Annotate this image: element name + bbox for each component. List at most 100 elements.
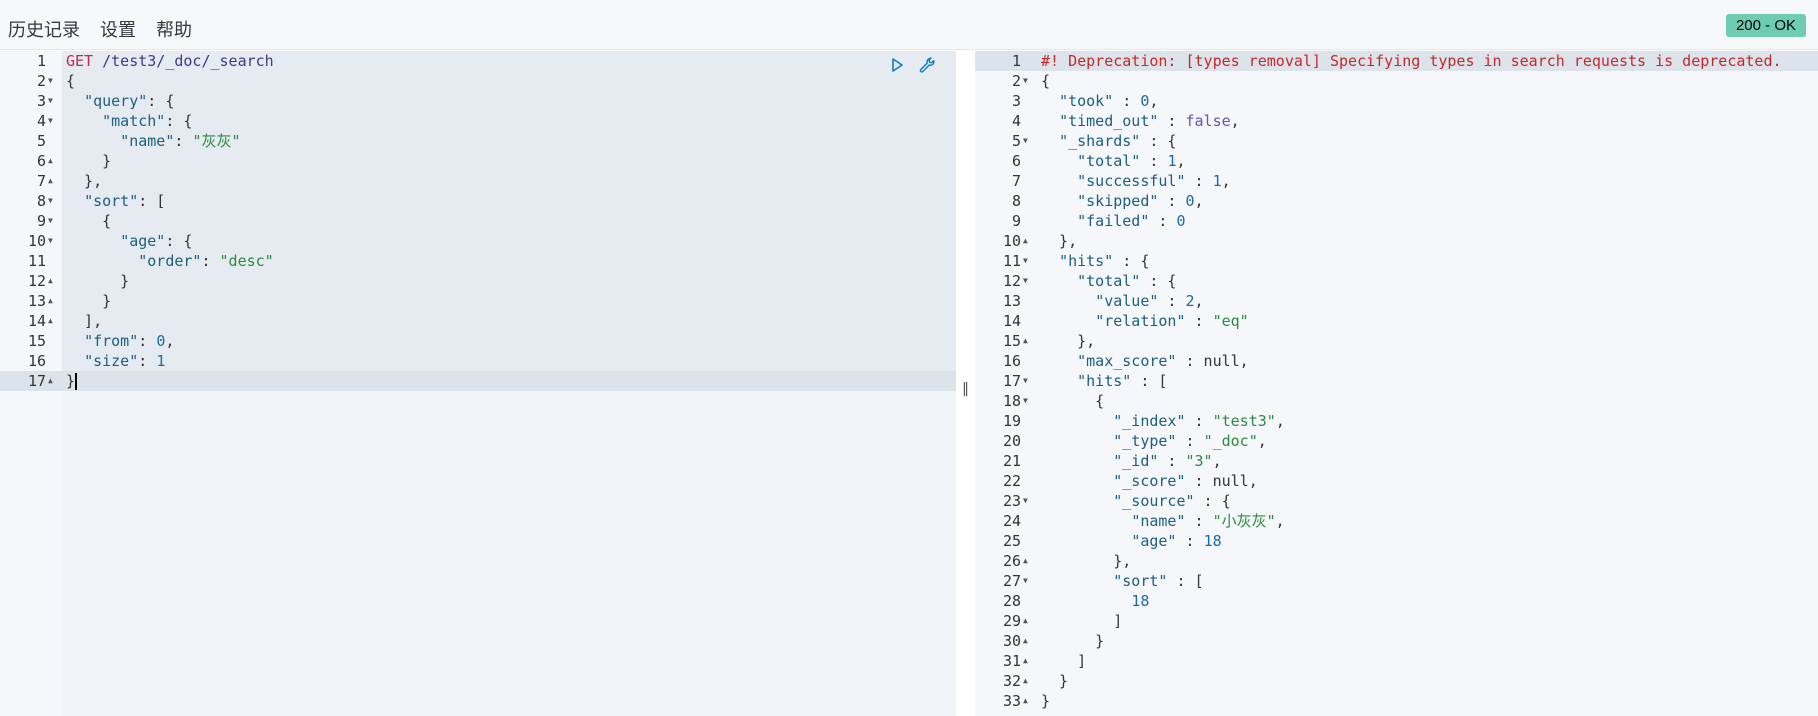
fold-down-icon[interactable]: ▼: [48, 211, 58, 231]
code-line[interactable]: 11 ▼ "hits" : {: [975, 251, 1818, 271]
code-line[interactable]: 2 ▼ {: [975, 71, 1818, 91]
fold-up-icon[interactable]: ▲: [1023, 551, 1033, 571]
fold-down-icon[interactable]: ▼: [1023, 271, 1033, 291]
code-line[interactable]: 6 "total" : 1,: [975, 151, 1818, 171]
fold-down-icon[interactable]: ▼: [1023, 131, 1033, 151]
code-line[interactable]: 28 18: [975, 591, 1818, 611]
code-line[interactable]: 33 ▲}: [975, 691, 1818, 711]
code-text: "sort" : [: [1041, 571, 1203, 591]
line-number: 8: [1011, 192, 1021, 210]
code-line[interactable]: 25 "age" : 18: [975, 531, 1818, 551]
code-token: "_shards": [1059, 132, 1141, 150]
code-line[interactable]: 18 ▼ {: [975, 391, 1818, 411]
code-line[interactable]: 15 "from": 0,: [0, 331, 956, 351]
code-line[interactable]: 9 "failed" : 0: [975, 211, 1818, 231]
code-text: "name" : "小灰灰",: [1041, 511, 1284, 531]
fold-down-icon[interactable]: ▼: [48, 111, 58, 131]
code-text: }: [1041, 671, 1068, 691]
code-line[interactable]: 8 "skipped" : 0,: [975, 191, 1818, 211]
fold-up-icon[interactable]: ▲: [1023, 631, 1033, 651]
code-line[interactable]: 21 "_id" : "3",: [975, 451, 1818, 471]
code-line[interactable]: 7 "successful" : 1,: [975, 171, 1818, 191]
code-line[interactable]: 9 ▼ {: [0, 211, 956, 231]
code-line[interactable]: 17 ▼ "hits" : [: [975, 371, 1818, 391]
wrench-icon[interactable]: [916, 54, 938, 76]
code-line[interactable]: 20 "_type" : "_doc",: [975, 431, 1818, 451]
line-number: 22: [1002, 472, 1021, 490]
fold-down-icon[interactable]: ▼: [48, 191, 58, 211]
code-line[interactable]: 13 "value" : 2,: [975, 291, 1818, 311]
code-text: "from": 0,: [66, 331, 174, 351]
code-line[interactable]: 14 "relation" : "eq": [975, 311, 1818, 331]
help-menu-item[interactable]: 帮助: [156, 16, 192, 42]
fold-up-icon[interactable]: ▲: [48, 291, 58, 311]
code-text: "total" : 1,: [1041, 151, 1185, 171]
code-line[interactable]: 2 ▼ {: [0, 71, 956, 91]
code-line[interactable]: 4 "timed_out" : false,: [975, 111, 1818, 131]
fold-down-icon[interactable]: ▼: [1023, 571, 1033, 591]
fold-up-icon[interactable]: ▲: [48, 271, 58, 291]
code-line[interactable]: 4 ▼ "match": {: [0, 111, 956, 131]
fold-up-icon[interactable]: ▲: [1023, 691, 1033, 711]
code-line[interactable]: 22 "_score" : null,: [975, 471, 1818, 491]
code-line[interactable]: 11 "order": "desc": [0, 251, 956, 271]
fold-down-icon[interactable]: ▼: [1023, 371, 1033, 391]
code-line[interactable]: 17 ▲}: [0, 371, 956, 391]
fold-down-icon[interactable]: ▼: [1023, 251, 1033, 271]
code-token: }: [66, 152, 112, 170]
code-line[interactable]: 10 ▼ "age": {: [0, 231, 956, 251]
code-line[interactable]: 12 ▼ "total" : {: [975, 271, 1818, 291]
history-menu-item[interactable]: 历史记录: [8, 16, 80, 42]
code-line[interactable]: 32 ▲ }: [975, 671, 1818, 691]
code-line[interactable]: 1 GET /test3/_doc/_search: [0, 51, 956, 71]
fold-down-icon[interactable]: ▼: [48, 71, 58, 91]
code-line[interactable]: 3 "took" : 0,: [975, 91, 1818, 111]
request-editor[interactable]: 1 GET /test3/_doc/_search 2 ▼{3 ▼ "query": {…: [0, 51, 956, 716]
code-line[interactable]: 3 ▼ "query": {: [0, 91, 956, 111]
fold-up-icon[interactable]: ▲: [48, 171, 58, 191]
code-line[interactable]: 8 ▼ "sort": [: [0, 191, 956, 211]
code-line[interactable]: 24 "name" : "小灰灰",: [975, 511, 1818, 531]
fold-up-icon[interactable]: ▲: [1023, 651, 1033, 671]
code-line[interactable]: 1 #! Deprecation: [types removal] Specify…: [975, 51, 1818, 71]
fold-up-icon[interactable]: ▲: [48, 151, 58, 171]
code-line[interactable]: 5 ▼ "_shards" : {: [975, 131, 1818, 151]
line-number: 30: [1002, 632, 1021, 650]
code-token: "小灰灰": [1212, 512, 1276, 530]
line-number: 15: [27, 332, 46, 350]
fold-up-icon[interactable]: ▲: [1023, 671, 1033, 691]
code-line[interactable]: 7 ▲ },: [0, 171, 956, 191]
fold-up-icon[interactable]: ▲: [48, 311, 58, 331]
code-line[interactable]: 26 ▲ },: [975, 551, 1818, 571]
code-line[interactable]: 14 ▲ ],: [0, 311, 956, 331]
pane-splitter[interactable]: ‖: [956, 51, 975, 716]
code-line[interactable]: 6 ▲ }: [0, 151, 956, 171]
fold-up-icon[interactable]: ▲: [1023, 611, 1033, 631]
fold-down-icon[interactable]: ▼: [1023, 71, 1033, 91]
fold-up-icon[interactable]: ▲: [1023, 331, 1033, 351]
fold-down-icon[interactable]: ▼: [48, 91, 58, 111]
code-text: "_source" : {: [1041, 491, 1230, 511]
code-line[interactable]: 30 ▲ }: [975, 631, 1818, 651]
response-viewer[interactable]: 1 #! Deprecation: [types removal] Specify…: [975, 51, 1818, 716]
code-line[interactable]: 27 ▼ "sort" : [: [975, 571, 1818, 591]
code-line[interactable]: 29 ▲ ]: [975, 611, 1818, 631]
settings-menu-item[interactable]: 设置: [100, 16, 136, 42]
fold-up-icon[interactable]: ▲: [1023, 231, 1033, 251]
fold-down-icon[interactable]: ▼: [48, 231, 58, 251]
code-line[interactable]: 23 ▼ "_source" : {: [975, 491, 1818, 511]
code-line[interactable]: 15 ▲ },: [975, 331, 1818, 351]
code-line[interactable]: 13 ▲ }: [0, 291, 956, 311]
code-line[interactable]: 10 ▲ },: [975, 231, 1818, 251]
code-line[interactable]: 16 "max_score" : null,: [975, 351, 1818, 371]
fold-down-icon[interactable]: ▼: [1023, 391, 1033, 411]
line-number: 33: [1002, 692, 1021, 710]
code-line[interactable]: 5 "name": "灰灰": [0, 131, 956, 151]
play-icon[interactable]: [886, 54, 908, 76]
code-line[interactable]: 19 "_index" : "test3",: [975, 411, 1818, 431]
fold-down-icon[interactable]: ▼: [1023, 491, 1033, 511]
code-line[interactable]: 12 ▲ }: [0, 271, 956, 291]
code-line[interactable]: 16 "size": 1: [0, 351, 956, 371]
code-line[interactable]: 31 ▲ ]: [975, 651, 1818, 671]
fold-up-icon[interactable]: ▲: [48, 371, 58, 391]
